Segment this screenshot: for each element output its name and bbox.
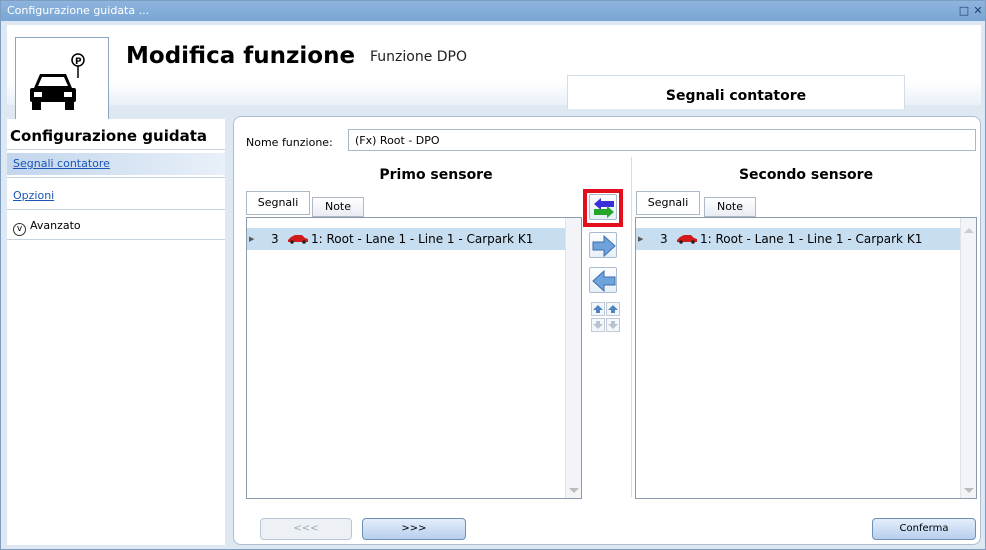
arrow-left-icon [592, 269, 616, 293]
function-name-input[interactable] [348, 129, 976, 151]
row-marker-icon: ▶ [638, 235, 644, 243]
move-left-button[interactable] [589, 267, 617, 293]
row-text: 1: Root - Lane 1 - Line 1 - Carpark K1 [311, 232, 534, 246]
arrow-up-icon [593, 305, 603, 313]
primary-tab-note[interactable]: Note [312, 197, 364, 217]
window-title: Configurazione guidata ... [7, 4, 150, 17]
sidebar-item-label: Avanzato [30, 219, 81, 232]
red-car-icon [677, 235, 697, 244]
move-up-right-button[interactable] [606, 302, 620, 316]
main-panel: Nome funzione: Primo sensore Secondo sen… [233, 116, 981, 545]
arrow-up-icon [608, 305, 618, 313]
primary-tab-segnali[interactable]: Segnali [246, 191, 310, 215]
close-icon[interactable]: ✕ [971, 1, 985, 21]
header: P Modifica funzione Funzione DPO Segnali… [7, 25, 981, 121]
swap-button-highlight [583, 189, 623, 227]
list-item[interactable]: ▶ 3 1: Root - Lane 1 - Line 1 - Carpark … [247, 228, 567, 250]
sidebar-heading: Configurazione guidata [10, 127, 208, 145]
secondary-tab-segnali[interactable]: Segnali [636, 191, 700, 215]
arrow-down-icon [608, 321, 618, 329]
move-down-left-button[interactable] [591, 318, 605, 332]
list-item[interactable]: ▶ 3 1: Root - Lane 1 - Line 1 - Carpark … [636, 228, 962, 250]
maximize-icon[interactable]: □ [957, 1, 971, 21]
name-label: Nome funzione: [246, 136, 333, 149]
sidebar-item-segnali-contatore[interactable]: Segnali contatore [7, 153, 225, 175]
row-number: 3 [660, 232, 668, 246]
primary-signal-list[interactable]: ▶ 3 1: Root - Lane 1 - Line 1 - Carpark … [246, 217, 582, 499]
svg-text:P: P [75, 57, 82, 67]
title-bar: Configurazione guidata ... □ ✕ [1, 1, 985, 21]
back-button[interactable]: <<< [260, 518, 352, 540]
row-marker-icon: ▶ [249, 235, 255, 243]
next-button[interactable]: >>> [362, 518, 466, 540]
secondary-scrollbar[interactable] [960, 218, 976, 498]
sidebar-item-label[interactable]: Opzioni [13, 189, 54, 202]
secondary-sensor-title: Secondo sensore [738, 167, 874, 183]
row-text: 1: Root - Lane 1 - Line 1 - Carpark K1 [700, 232, 923, 246]
confirm-button[interactable]: Conferma [872, 518, 976, 540]
sidebar: Configurazione guidata Segnali contatore… [7, 119, 225, 545]
primary-sensor-title: Primo sensore [379, 167, 493, 183]
scroll-down-icon[interactable] [569, 488, 579, 493]
row-number: 3 [271, 232, 279, 246]
page-subtitle: Funzione DPO [370, 49, 468, 65]
step-tab-segnali-contatore[interactable]: Segnali contatore [567, 75, 905, 109]
page-title: Modifica funzione [126, 43, 356, 69]
scroll-up-icon[interactable] [964, 228, 974, 233]
chevron-down-circle-icon[interactable]: v [13, 223, 26, 236]
sidebar-item-label[interactable]: Segnali contatore [13, 157, 110, 170]
primary-scrollbar[interactable] [565, 218, 581, 498]
move-right-button[interactable] [589, 232, 617, 258]
scroll-down-icon[interactable] [964, 488, 974, 493]
move-down-right-button[interactable] [606, 318, 620, 332]
secondary-signal-list[interactable]: ▶ 3 1: Root - Lane 1 - Line 1 - Carpark … [635, 217, 977, 499]
sidebar-item-avanzato[interactable]: v Avanzato [7, 215, 225, 237]
arrow-right-icon [592, 234, 616, 258]
parking-car-icon: P [15, 37, 109, 121]
wizard-window: Configurazione guidata ... □ ✕ P Modific… [0, 0, 986, 550]
arrow-down-icon [593, 321, 603, 329]
red-car-icon [288, 235, 308, 244]
sidebar-item-opzioni[interactable]: Opzioni [7, 185, 225, 207]
secondary-tab-note[interactable]: Note [704, 197, 756, 217]
move-up-left-button[interactable] [591, 302, 605, 316]
